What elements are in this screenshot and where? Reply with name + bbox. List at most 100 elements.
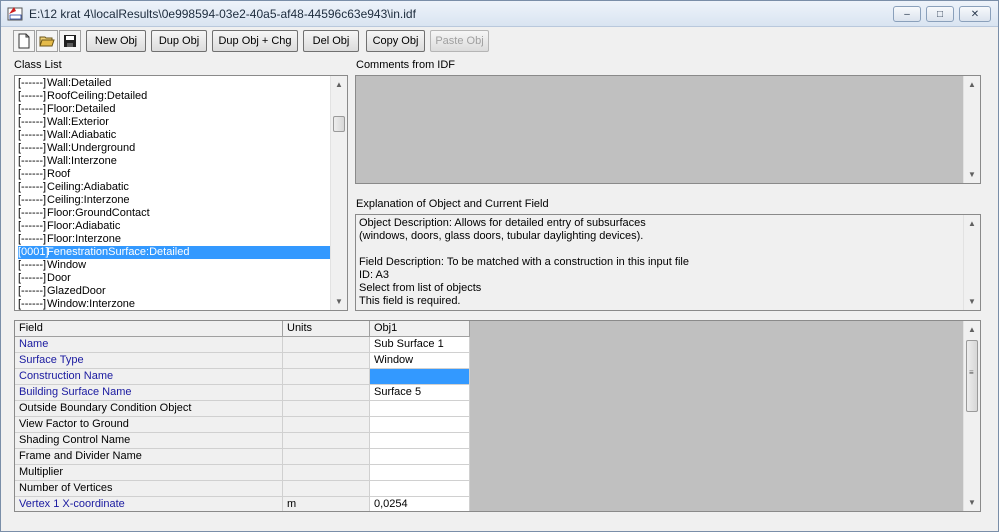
class-list-scroll-thumb[interactable] bbox=[333, 116, 345, 132]
explanation-label: Explanation of Object and Current Field bbox=[356, 198, 549, 210]
class-item-name: Wall:Interzone bbox=[47, 155, 117, 167]
explanation-textbox[interactable]: Object Description: Allows for detailed … bbox=[355, 214, 981, 311]
scroll-up-icon[interactable]: ▲ bbox=[331, 76, 347, 93]
new-obj-button[interactable]: New Obj bbox=[86, 30, 146, 52]
grid-header-units: Units bbox=[283, 321, 370, 337]
grid-value-cell[interactable]: Surface 5 bbox=[370, 385, 470, 401]
class-list-item[interactable]: [------]Window:Interzone bbox=[18, 298, 331, 310]
del-obj-button[interactable]: Del Obj bbox=[303, 30, 359, 52]
class-list-item[interactable]: [------]Wall:Exterior bbox=[18, 116, 331, 129]
class-item-count: [------] bbox=[18, 116, 47, 128]
class-list-item[interactable]: [------]Roof bbox=[18, 168, 331, 181]
grid-value-cell[interactable] bbox=[370, 401, 470, 417]
class-list-item[interactable]: [------]Wall:Underground bbox=[18, 142, 331, 155]
explanation-line: (windows, doors, glass doors, tubular da… bbox=[359, 230, 644, 242]
class-list-item[interactable]: [------]Window bbox=[18, 259, 331, 272]
grid-field-units bbox=[283, 353, 370, 369]
dup-obj-chg-button[interactable]: Dup Obj + Chg bbox=[212, 30, 298, 52]
explanation-scrollbar[interactable]: ▲ ▼ bbox=[963, 215, 980, 310]
grid-scrollbar[interactable]: ▲ ≡ ▼ bbox=[963, 321, 980, 511]
class-list-item[interactable]: [------]Floor:Interzone bbox=[18, 233, 331, 246]
class-list-item[interactable]: [------]Wall:Interzone bbox=[18, 155, 331, 168]
class-item-count: [0001] bbox=[18, 246, 49, 258]
class-item-count: [------] bbox=[18, 220, 47, 232]
class-list-item[interactable]: [------]Floor:GroundContact bbox=[18, 207, 331, 220]
class-item-count: [------] bbox=[18, 129, 47, 141]
grid-field-name: Surface Type bbox=[15, 353, 283, 369]
class-item-name: Wall:Underground bbox=[47, 142, 136, 154]
class-list-item[interactable]: [------]RoofCeiling:Detailed bbox=[18, 90, 331, 103]
new-file-button[interactable] bbox=[13, 30, 35, 52]
comments-label: Comments from IDF bbox=[356, 59, 456, 71]
grid-value-cell[interactable] bbox=[370, 481, 470, 497]
save-file-button[interactable] bbox=[59, 30, 81, 52]
grid-value-cell[interactable]: Sub Surface 1 bbox=[370, 337, 470, 353]
grid-field-units bbox=[283, 385, 370, 401]
class-item-name: GlazedDoor bbox=[47, 285, 106, 297]
scroll-up-icon[interactable]: ▲ bbox=[964, 76, 980, 93]
grid-value-cell[interactable]: 0,0254 bbox=[370, 497, 470, 511]
class-list-item[interactable]: [0001]FenestrationSurface:Detailed bbox=[18, 246, 331, 259]
object-grid[interactable]: Field Units Obj1 Name Sub Surface 1 Surfac… bbox=[14, 320, 981, 512]
grid-value-cell[interactable] bbox=[370, 369, 470, 385]
class-item-name: FenestrationSurface:Detailed bbox=[47, 246, 190, 258]
explanation-line: This field is required. bbox=[359, 295, 461, 307]
scroll-up-icon[interactable]: ▲ bbox=[964, 321, 980, 338]
app-window: E:\12 krat 4\localResults\0e998594-03e2-… bbox=[0, 0, 999, 532]
grid-field-units bbox=[283, 481, 370, 497]
dup-obj-button[interactable]: Dup Obj bbox=[151, 30, 207, 52]
paste-obj-button[interactable]: Paste Obj bbox=[430, 30, 489, 52]
grid-field-units bbox=[283, 401, 370, 417]
class-list-item[interactable]: [------]Floor:Detailed bbox=[18, 103, 331, 116]
grid-value-cell[interactable] bbox=[370, 417, 470, 433]
close-button[interactable]: ✕ bbox=[959, 6, 991, 22]
class-list-item[interactable]: [------]Floor:Adiabatic bbox=[18, 220, 331, 233]
grid-header-obj1[interactable]: Obj1 bbox=[370, 321, 470, 337]
class-list[interactable]: [------]Wall:Detailed [------]RoofCeiling… bbox=[14, 75, 348, 311]
grid-field-name: View Factor to Ground bbox=[15, 417, 283, 433]
grip-icon: ≡ bbox=[969, 368, 974, 377]
grid-scroll-thumb[interactable]: ≡ bbox=[966, 340, 978, 412]
window-title: E:\12 krat 4\localResults\0e998594-03e2-… bbox=[29, 7, 416, 21]
class-item-count: [------] bbox=[18, 90, 47, 102]
class-list-item[interactable]: [------]Wall:Detailed bbox=[18, 77, 331, 90]
class-item-name: Ceiling:Interzone bbox=[47, 194, 130, 206]
scroll-down-icon[interactable]: ▼ bbox=[964, 293, 980, 310]
class-list-item[interactable]: [------]Wall:Adiabatic bbox=[18, 129, 331, 142]
class-item-count: [------] bbox=[18, 233, 47, 245]
grid-value-cell[interactable] bbox=[370, 449, 470, 465]
comments-text bbox=[356, 76, 980, 82]
scroll-down-icon[interactable]: ▼ bbox=[964, 494, 980, 511]
class-item-name: Roof bbox=[47, 168, 71, 180]
scroll-down-icon[interactable]: ▼ bbox=[331, 293, 347, 310]
grid-field-units bbox=[283, 449, 370, 465]
comments-scrollbar[interactable]: ▲ ▼ bbox=[963, 76, 980, 183]
class-item-count: [------] bbox=[18, 181, 47, 193]
class-item-count: [------] bbox=[18, 155, 47, 167]
title-bar: E:\12 krat 4\localResults\0e998594-03e2-… bbox=[1, 1, 998, 27]
class-list-item[interactable]: [------]Ceiling:Adiabatic bbox=[18, 181, 331, 194]
class-item-count: [------] bbox=[18, 168, 47, 180]
close-icon: ✕ bbox=[970, 8, 980, 20]
class-list-item[interactable]: [------]Ceiling:Interzone bbox=[18, 194, 331, 207]
class-item-name: Wall:Exterior bbox=[47, 116, 109, 128]
scroll-down-icon[interactable]: ▼ bbox=[964, 166, 980, 183]
class-list-scrollbar[interactable]: ▲ ▼ bbox=[330, 76, 347, 310]
class-list-item[interactable]: [------]Door bbox=[18, 272, 331, 285]
class-item-name: Wall:Adiabatic bbox=[47, 129, 117, 141]
minimize-button[interactable]: ‒ bbox=[893, 6, 921, 22]
class-list-item[interactable]: [------]GlazedDoor bbox=[18, 285, 331, 298]
class-item-name: Floor:Adiabatic bbox=[47, 220, 121, 232]
grid-value-cell[interactable] bbox=[370, 433, 470, 449]
open-file-button[interactable] bbox=[36, 30, 58, 52]
grid-field-name: Outside Boundary Condition Object bbox=[15, 401, 283, 417]
copy-obj-button[interactable]: Copy Obj bbox=[366, 30, 425, 52]
class-item-name: Window:Interzone bbox=[47, 298, 136, 310]
maximize-button[interactable]: □ bbox=[926, 6, 954, 22]
class-list-label: Class List bbox=[14, 59, 62, 71]
comments-textbox[interactable]: ▲ ▼ bbox=[355, 75, 981, 184]
grid-value-cell[interactable]: Window bbox=[370, 353, 470, 369]
scroll-up-icon[interactable]: ▲ bbox=[964, 215, 980, 232]
grid-field-name: Vertex 1 X-coordinate bbox=[15, 497, 283, 511]
grid-value-cell[interactable] bbox=[370, 465, 470, 481]
